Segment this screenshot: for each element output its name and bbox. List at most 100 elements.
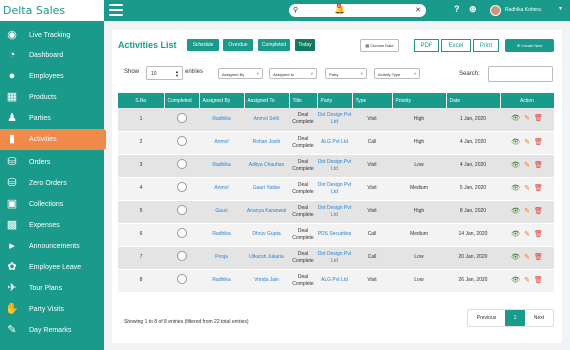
cell-party[interactable]: ALG Pvt Ltd [317,131,352,155]
export-excel-button[interactable]: Excel [441,39,471,52]
party-select[interactable]: Party ˅ [325,68,367,79]
cell-assigned-to[interactable]: Vrinda Jain [244,269,289,293]
delete-icon[interactable]: 🗑 [534,185,543,192]
cell-party[interactable]: Dot Design Pvt Ltd [317,177,352,201]
sidebar-item-orders[interactable]: ⛁ Orders [0,152,104,173]
cell-assigned-to[interactable]: Ananya Karanwal [244,200,289,224]
assigned-to-select[interactable]: Assigned to ˅ [269,68,317,79]
cell-assigned-by[interactable]: Radhika [199,223,244,247]
assigned-by-select[interactable]: Assigned By ˅ [218,68,263,79]
chevron-down-icon[interactable]: ▼ [558,6,563,12]
delete-icon[interactable]: 🗑 [534,208,543,215]
delete-icon[interactable]: 🗑 [534,277,543,284]
edit-icon[interactable]: ✎ [524,231,530,238]
add-circle-icon[interactable]: ⊕ [469,4,477,15]
completed-checkbox[interactable] [176,228,187,238]
delete-icon[interactable]: 🗑 [534,139,543,146]
cell-assigned-by[interactable]: Gauri [199,200,244,224]
delete-icon[interactable]: 🗑 [534,254,543,261]
delete-icon[interactable]: 🗑 [534,162,543,169]
cell-assigned-to[interactable]: Gauri Yadav [244,177,289,201]
edit-icon[interactable]: ✎ [524,208,530,215]
sidebar-item-dashboard[interactable]: ◔ Dashboard [0,45,104,66]
next-button[interactable]: Next [525,310,553,326]
edit-icon[interactable]: ✎ [524,162,530,169]
filter-schedule-button[interactable]: Schedule [187,39,219,51]
sidebar-item-expenses[interactable]: ▩ Expenses [0,215,104,236]
cell-assigned-to[interactable]: Anmol Seth [244,108,289,132]
cell-party[interactable]: Dot Design Pvt Ltd [317,200,352,224]
avatar[interactable] [490,5,501,16]
sidebar-item-products[interactable]: ▦ Products [0,87,104,108]
delete-icon[interactable]: 🗑 [534,115,543,122]
view-icon[interactable]: 👁 [511,185,520,192]
sidebar-item-announcements[interactable]: ▸ Announcements [0,236,104,257]
completed-checkbox[interactable] [176,182,187,192]
col-sno[interactable]: S.No [118,93,165,108]
col-assigned-by[interactable]: Assigned By [199,93,245,108]
filter-today-button[interactable]: Today [295,39,315,51]
view-icon[interactable]: 👁 [511,208,520,215]
completed-checkbox[interactable] [176,159,187,169]
cell-party[interactable]: PDS Securities [317,223,352,247]
cell-assigned-by[interactable]: Anmol [199,131,244,155]
cell-assigned-to[interactable]: Aditya Chauhan [244,154,289,178]
view-icon[interactable]: 👁 [511,231,520,238]
filter-completed-button[interactable]: Completed [258,39,290,51]
edit-icon[interactable]: ✎ [524,115,530,122]
completed-checkbox[interactable] [176,112,187,123]
col-completed[interactable]: Completed [164,93,200,108]
sidebar-item-activities[interactable]: ▮ Activities [0,129,106,150]
cell-assigned-by[interactable]: Radhika [199,154,244,178]
sidebar-item-tour-plans[interactable]: ✈ Tour Plans [0,278,104,299]
cell-assigned-by[interactable]: Anmol [199,177,244,201]
edit-icon[interactable]: ✎ [524,277,530,284]
completed-checkbox[interactable] [176,205,187,215]
view-icon[interactable]: 👁 [511,115,520,122]
view-icon[interactable]: 👁 [511,139,520,146]
sidebar-item-employees[interactable]: ● Employees [0,66,104,87]
user-name[interactable]: Radhika Kohera [505,7,541,13]
clear-icon[interactable]: ✕ [415,6,421,14]
help-icon[interactable]: ? [454,4,460,14]
edit-icon[interactable]: ✎ [524,185,530,192]
cell-party[interactable]: ALG Pvt Ltd [317,269,352,293]
page-1-button[interactable]: 1 [505,310,525,326]
sidebar-item-parties[interactable]: ♟ Parties [0,108,104,129]
sidebar-item-zero-orders[interactable]: ⛁ Zero Orders [0,173,104,194]
sidebar-item-live-tracking[interactable]: ◉ Live Tracking [0,25,104,46]
export-pdf-button[interactable]: PDF [414,39,439,52]
col-title[interactable]: Title [289,93,318,108]
view-icon[interactable]: 👁 [511,254,520,261]
sidebar-item-day-remarks[interactable]: ✎ Day Remarks [0,320,104,341]
choose-date-button[interactable]: ▦ Choose Date [360,39,399,52]
entries-select[interactable]: 10 ▲ ▼ [146,66,183,80]
cell-party[interactable]: Dot Design Pvt Ltd [317,154,352,178]
edit-icon[interactable]: ✎ [524,254,530,261]
cell-assigned-by[interactable]: Radhika [199,269,244,293]
col-assigned-to[interactable]: Assigned To [244,93,290,108]
cell-assigned-to[interactable]: Utkarsh Jukaria [244,246,289,270]
cell-party[interactable]: Dot Design Pvt Ltd [317,246,352,270]
view-icon[interactable]: 👁 [511,162,520,169]
cell-assigned-to[interactable]: Dhruv Gupta [244,223,289,247]
view-icon[interactable]: 👁 [511,277,520,284]
menu-icon[interactable] [109,4,123,16]
edit-icon[interactable]: ✎ [524,139,530,146]
search-bar[interactable]: ⚲ ✕ [289,4,426,17]
cell-assigned-by[interactable]: Pooja [199,246,244,270]
previous-button[interactable]: Previous [468,310,505,326]
col-party[interactable]: Party [317,93,353,108]
col-priority[interactable]: Priority [392,93,447,108]
col-type[interactable]: Type [352,93,393,108]
completed-checkbox[interactable] [176,251,187,261]
cell-assigned-by[interactable]: Radhika [199,108,244,132]
sidebar-item-collections[interactable]: ▣ Collections [0,194,104,215]
col-date[interactable]: Date [446,93,501,108]
table-search-input[interactable] [488,66,553,82]
activity-type-select[interactable]: Activity Type ˅ [374,68,420,79]
filter-overdue-button[interactable]: Overdue [223,39,253,51]
delete-icon[interactable]: 🗑 [534,231,543,238]
cell-party[interactable]: Dot Design Pvt Ltd [317,108,352,132]
print-button[interactable]: Print [473,39,499,52]
